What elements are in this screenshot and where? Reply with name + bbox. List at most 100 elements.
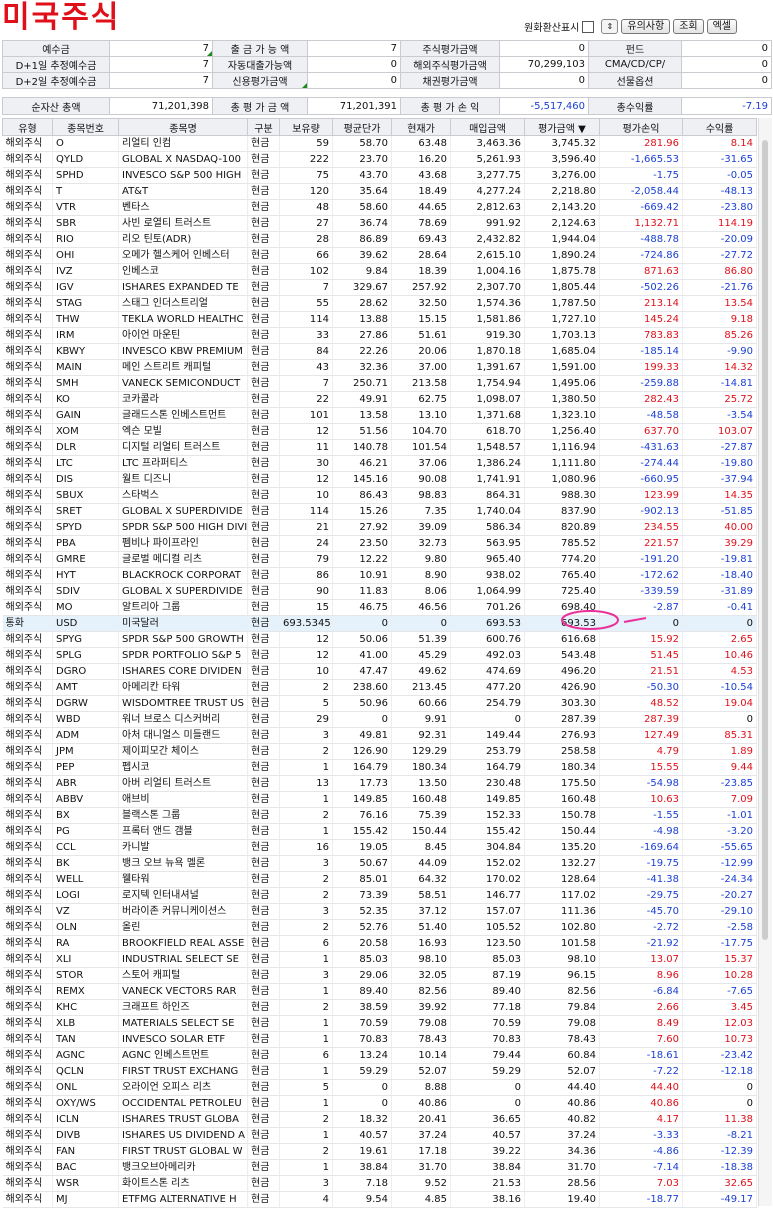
table-row[interactable]: 해외주식 RIO 리오 틴토(ADR) 현금 28 86.89 69.43 2,432.82 1… — [2, 231, 757, 248]
table-row[interactable]: 해외주식 O 리얼티 인컴 현금 59 58.70 63.48 3,463.36 3,745.3… — [2, 135, 757, 152]
table-row[interactable]: 해외주식 DIVB ISHARES US DIVIDEND A 현금 1 40.57 37.… — [2, 1127, 757, 1144]
column-header-valuation[interactable]: 평가금액 ▼ — [524, 118, 600, 136]
column-header-name[interactable]: 종목명 — [118, 118, 248, 136]
table-row[interactable]: 해외주식 DIS 월트 디즈니 현금 12 145.16 90.08 1,741.91 1,08… — [2, 471, 757, 488]
table-row[interactable]: 통화 USD 미국달러 현금 693.5345 0 0 693.53 693.53 0 0 — [2, 615, 757, 632]
currency-convert-checkbox[interactable] — [582, 20, 595, 33]
table-row[interactable]: 해외주식 SDIV GLOBAL X SUPERDIVIDE 현금 90 11.83 8.0… — [2, 583, 757, 600]
table-row[interactable]: 해외주식 ONL 오라이언 오피스 리츠 현금 5 0 8.88 0 44.40 44.40 0 — [2, 1079, 757, 1096]
table-row[interactable]: 해외주식 STAG 스태그 인더스트리얼 현금 55 28.62 32.50 1,574.36… — [2, 295, 757, 312]
table-row[interactable]: 해외주식 BK 뱅크 오브 뉴욕 멜론 현금 3 50.67 44.09 152.02 132.… — [2, 855, 757, 872]
table-row[interactable]: 해외주식 WSR 화이트스톤 리츠 현금 3 7.18 9.52 21.53 28.56 7.03… — [2, 1175, 757, 1192]
lookup-button[interactable]: 조회 — [673, 19, 704, 34]
table-row[interactable]: 해외주식 ADM 아처 대니얼스 미들랜드 현금 3 49.81 92.31 149.44 27… — [2, 727, 757, 744]
table-row[interactable]: 해외주식 KBWY INVESCO KBW PREMIUM 현금 84 22.26 20.0… — [2, 343, 757, 360]
table-row[interactable]: 해외주식 OHI 오메가 헬스케어 인베스터 현금 66 39.62 28.64 2,615.… — [2, 247, 757, 264]
cell-return: 0 — [682, 1095, 757, 1112]
table-row[interactable]: 해외주식 MAIN 메인 스트리트 캐피털 현금 43 32.36 37.00 1,391.6… — [2, 359, 757, 376]
table-row[interactable]: 해외주식 MO 알트리아 그룹 현금 15 46.75 46.56 701.26 698.40-… — [2, 599, 757, 616]
table-row[interactable]: 해외주식 PEP 펩시코 현금 1 164.79 180.34 164.79 180.34 15.… — [2, 759, 757, 776]
table-row[interactable]: 해외주식 WBD 워너 브로스 디스커버리 현금 29 0 9.91 0 287.39 287.3… — [2, 711, 757, 728]
cell-symbol: DIS — [52, 471, 119, 488]
table-row[interactable]: 해외주식 ICLN ISHARES TRUST GLOBA 현금 2 18.32 20.41… — [2, 1111, 757, 1128]
table-row[interactable]: 해외주식 WELL 웰타워 현금 2 85.01 64.32 170.02 128.64 -41.… — [2, 871, 757, 888]
table-row[interactable]: 해외주식 HYT BLACKROCK CORPORAT 현금 86 10.91 8.90 93… — [2, 567, 757, 584]
table-row[interactable]: 해외주식 DGRW WISDOMTREE TRUST US 현금 5 50.96 60.66… — [2, 695, 757, 712]
table-row[interactable]: 해외주식 T AT&T 현금 120 35.64 18.49 4,277.24 2,218.80… — [2, 183, 757, 200]
table-row[interactable]: 해외주식 XLI INDUSTRIAL SELECT SE 현금 1 85.03 98.10… — [2, 951, 757, 968]
table-row[interactable]: 해외주식 SRET GLOBAL X SUPERDIVIDE 현금 114 15.26 7.… — [2, 503, 757, 520]
cell-avg-price: 50.67 — [332, 855, 392, 872]
table-row[interactable]: 해외주식 VTR 벤타스 현금 48 58.60 44.65 2,812.63 2,143.20… — [2, 199, 757, 216]
column-header-current-price[interactable]: 현재가 — [391, 118, 451, 136]
table-row[interactable]: 해외주식 SPYG SPDR S&P 500 GROWTH 현금 12 50.06 51.3… — [2, 631, 757, 648]
cell-pnl: -2.87 — [599, 599, 683, 616]
vertical-scrollbar[interactable] — [758, 118, 772, 1206]
table-row[interactable]: 해외주식 ABR 아버 리얼티 트러스트 현금 13 17.73 13.50 230.48 17… — [2, 775, 757, 792]
table-row[interactable]: 해외주식 LOGI 로지텍 인터내셔널 현금 2 73.39 58.51 146.77 117.… — [2, 887, 757, 904]
cell-return: 85.26 — [682, 327, 757, 344]
column-header-quantity[interactable]: 보유량 — [279, 118, 333, 136]
column-header-purchase-amount[interactable]: 매입금액 — [450, 118, 525, 136]
scroll-updown-icon[interactable]: ⇕ — [601, 19, 619, 34]
table-row[interactable]: 해외주식 DLR 디지털 리얼티 트러스트 현금 11 140.78 101.54 1,548… — [2, 439, 757, 456]
column-header-return[interactable]: 수익률 — [682, 118, 757, 136]
table-row[interactable]: 해외주식 IGV ISHARES EXPANDED TE 현금 7 329.67 257.9… — [2, 279, 757, 296]
table-row[interactable]: 해외주식 GAIN 글래드스톤 인베스트먼트 현금 101 13.58 13.10 1,371… — [2, 407, 757, 424]
table-row[interactable]: 해외주식 SPLG SPDR PORTFOLIO S&P 5 현금 12 41.00 45.… — [2, 647, 757, 664]
column-header-symbol[interactable]: 종목번호 — [52, 118, 119, 136]
table-row[interactable]: 해외주식 SBR 사빈 로열티 트러스트 현금 27 36.74 78.69 991.92 2,… — [2, 215, 757, 232]
table-row[interactable]: 해외주식 OXY/WS OCCIDENTAL PETROLEU 현금 1 0 40.86 0 4… — [2, 1095, 757, 1112]
cell-purchase-amount: 105.52 — [450, 919, 525, 936]
table-row[interactable]: 해외주식 TAN INVESCO SOLAR ETF 현금 1 70.83 78.43 70.… — [2, 1031, 757, 1048]
notice-button[interactable]: 유의사항 — [621, 19, 671, 34]
table-row[interactable]: 해외주식 CCL 카니발 현금 16 19.05 8.45 304.84 135.20 -169.… — [2, 839, 757, 856]
table-row[interactable]: 해외주식 VZ 버라이존 커뮤니케이션스 현금 3 52.35 37.12 157.07 111… — [2, 903, 757, 920]
table-row[interactable]: 해외주식 IRM 아이언 마운틴 현금 33 27.86 51.61 919.30 1,703.… — [2, 327, 757, 344]
table-row[interactable]: 해외주식 QCLN FIRST TRUST EXCHANG 현금 1 59.29 52.07… — [2, 1063, 757, 1080]
table-row[interactable]: 해외주식 AGNC AGNC 인베스트먼트 현금 6 13.24 10.14 79.44 60.… — [2, 1047, 757, 1064]
column-header-pnl[interactable]: 평가손익 — [599, 118, 683, 136]
credit-valuation-value: 0 — [307, 72, 401, 89]
table-row[interactable]: 해외주식 LTC LTC 프라퍼티스 현금 30 46.21 37.06 1,386.24 1,… — [2, 455, 757, 472]
table-row[interactable]: 해외주식 AMT 아메리칸 타워 현금 2 238.60 213.45 477.20 426.9… — [2, 679, 757, 696]
table-row[interactable]: 해외주식 OLN 올린 현금 2 52.76 51.40 105.52 102.80 -2.72-… — [2, 919, 757, 936]
table-row[interactable]: 해외주식 REMX VANECK VECTORS RAR 현금 1 89.40 82.56 8… — [2, 983, 757, 1000]
table-row[interactable]: 해외주식 SMH VANECK SEMICONDUCT 현금 7 250.71 213.58… — [2, 375, 757, 392]
cell-current-price: 37.24 — [391, 1127, 451, 1144]
cell-avg-price: 23.70 — [332, 151, 392, 168]
table-row[interactable]: 해외주식 BX 블랙스톤 그룹 현금 2 76.16 75.39 152.33 150.78 -1… — [2, 807, 757, 824]
table-row[interactable]: 해외주식 STOR 스토어 캐피털 현금 3 29.06 32.05 87.19 96.15 8.… — [2, 967, 757, 984]
cell-valuation: 725.40 — [524, 583, 600, 600]
table-row[interactable]: 해외주식 DGRO ISHARES CORE DIVIDEN 현금 10 47.47 49.… — [2, 663, 757, 680]
table-row[interactable]: 해외주식 FAN FIRST TRUST GLOBAL W 현금 2 19.61 17.18… — [2, 1143, 757, 1160]
cell-pnl: -669.42 — [599, 199, 683, 216]
cell-quantity: 3 — [279, 1175, 333, 1192]
table-row[interactable]: 해외주식 PG 프록터 앤드 갬블 현금 1 155.42 150.44 155.42 150.… — [2, 823, 757, 840]
table-row[interactable]: 해외주식 XLB MATERIALS SELECT SE 현금 1 70.59 79.08 7… — [2, 1015, 757, 1032]
column-header-type[interactable]: 유형 — [2, 118, 53, 136]
excel-button[interactable]: 엑셀 — [706, 19, 737, 34]
table-row[interactable]: 해외주식 KO 코카콜라 현금 22 49.91 62.75 1,098.07 1,380.50… — [2, 391, 757, 408]
table-row[interactable]: 해외주식 SPYD SPDR S&P 500 HIGH DIVI 현금 21 27.92 3… — [2, 519, 757, 536]
table-row[interactable]: 해외주식 KHC 크래프트 하인즈 현금 2 38.59 39.92 77.18 79.84 2.… — [2, 999, 757, 1016]
table-row[interactable]: 해외주식 GMRE 글로벌 메디컬 리츠 현금 79 12.22 9.80 965.40 774… — [2, 551, 757, 568]
table-row[interactable]: 해외주식 JPM 제이피모간 체이스 현금 2 126.90 129.29 253.79 258… — [2, 743, 757, 760]
table-row[interactable]: 해외주식 ABBV 애브비 현금 1 149.85 160.48 149.85 160.48 10… — [2, 791, 757, 808]
table-row[interactable]: 해외주식 MJ ETFMG ALTERNATIVE H 현금 4 9.54 4.85 38.1… — [2, 1191, 757, 1208]
bond-valuation-label: 채권평가금액 — [400, 72, 500, 89]
table-row[interactable]: 해외주식 RA BROOKFIELD REAL ASSE 현금 6 20.58 16.93 1… — [2, 935, 757, 952]
column-header-category[interactable]: 구분 — [247, 118, 280, 136]
cell-category: 현금 — [247, 679, 280, 696]
table-row[interactable]: 해외주식 BAC 뱅크오브아메리카 현금 1 38.84 31.70 38.84 31.70 -7… — [2, 1159, 757, 1176]
table-row[interactable]: 해외주식 SBUX 스타벅스 현금 10 86.43 98.83 864.31 988.30 12… — [2, 487, 757, 504]
table-row[interactable]: 해외주식 PBA 펨비나 파이프라인 현금 24 23.50 32.73 563.95 785.… — [2, 535, 757, 552]
scrollbar-thumb[interactable] — [762, 140, 768, 940]
column-header-avg-price[interactable]: 평균단가 — [332, 118, 392, 136]
table-row[interactable]: 해외주식 THW TEKLA WORLD HEALTHC 현금 114 13.88 15.1… — [2, 311, 757, 328]
table-row[interactable]: 해외주식 IVZ 인베스코 현금 102 9.84 18.39 1,004.16 1,875.7… — [2, 263, 757, 280]
table-row[interactable]: 해외주식 SPHD INVESCO S&P 500 HIGH 현금 75 43.70 43.… — [2, 167, 757, 184]
table-row[interactable]: 해외주식 XOM 엑슨 모빌 현금 12 51.56 104.70 618.70 1,256.4… — [2, 423, 757, 440]
cell-name: 리얼티 인컴 — [118, 135, 248, 152]
table-row[interactable]: 해외주식 QYLD GLOBAL X NASDAQ-100 현금 222 23.70 16.… — [2, 151, 757, 168]
